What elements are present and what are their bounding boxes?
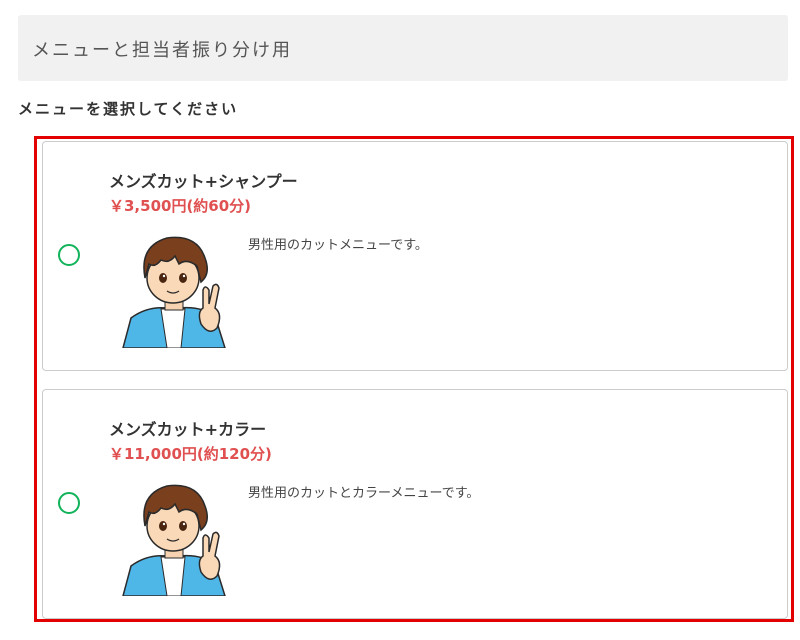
menu-name: メンズカット+カラー [109,420,267,439]
menu-option-card[interactable]: メンズカット+カラー ￥11,000円(約120分) 男性用のカットとカラーメニ… [42,389,788,619]
menu-name: メンズカット+シャンプー [109,172,298,191]
stylist-avatar-image [122,236,226,348]
menu-description: 男性用のカットとカラーメニューです。 [248,486,480,501]
menu-price: ￥3,500円(約60分) [109,197,252,215]
menu-radio-button[interactable] [58,492,80,514]
menu-option-card[interactable]: メンズカット+シャンプー ￥3,500円(約60分) 男性用のカットメニューです… [42,141,788,371]
form-title: メニューと担当者振り分け用 [32,40,292,61]
menu-select-label: メニューを選択してください [18,100,239,118]
menu-description: 男性用のカットメニューです。 [248,238,428,253]
menu-price: ￥11,000円(約120分) [109,445,272,463]
menu-radio-button[interactable] [58,244,80,266]
stylist-avatar-image [122,484,226,596]
form-header: メニューと担当者振り分け用 [18,15,788,81]
